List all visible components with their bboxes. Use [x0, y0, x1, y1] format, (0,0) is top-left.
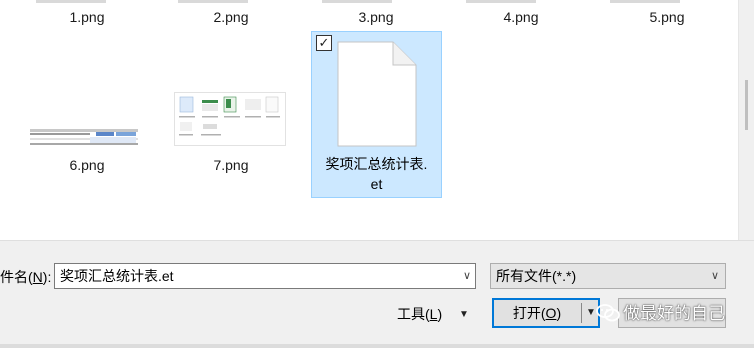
- open-file-dialog: 1.png 2.png 3.png 4.png 5.png 6.png 7.pn…: [0, 0, 754, 348]
- file-name[interactable]: 3.png: [321, 7, 431, 27]
- filename-label: 件名(N):: [0, 267, 51, 287]
- file-name[interactable]: 4.png: [466, 7, 576, 27]
- open-button-label[interactable]: 打开(O): [494, 300, 580, 326]
- file-name-line: et: [370, 176, 383, 192]
- file-thumbnail-6[interactable]: [30, 128, 138, 146]
- file-name[interactable]: 2.png: [176, 7, 286, 27]
- dialog-bottom-panel: 件名(N): 奖项汇总统计表.et ∨ 所有文件(*.*) ∨ 工具(L) ▼ …: [0, 240, 754, 348]
- thumbnail-partial: [178, 0, 248, 3]
- label-text: ): [556, 305, 562, 321]
- thumbnail-partial: [466, 0, 536, 3]
- thumbnail-partial: [322, 0, 392, 3]
- selected-file-name: 奖项汇总统计表. et: [312, 154, 441, 194]
- filetype-value: 所有文件(*.*): [496, 268, 577, 284]
- label-text: 打开(: [512, 305, 546, 321]
- access-key: O: [545, 305, 557, 321]
- thumbnail-partial: [610, 0, 680, 3]
- file-name-line: 奖项汇总统计表.: [325, 156, 428, 172]
- filename-input[interactable]: 奖项汇总统计表.et ∨: [54, 263, 476, 289]
- chevron-down-icon: ∨: [710, 270, 719, 282]
- file-thumbnail-7[interactable]: [174, 92, 286, 146]
- selection-checkbox[interactable]: ✓: [316, 35, 332, 51]
- watermark-text: 做最好的自己: [623, 304, 725, 323]
- taskbar-edge: [0, 344, 754, 348]
- file-name[interactable]: 7.png: [176, 155, 286, 175]
- open-button[interactable]: 打开(O) ▼: [492, 298, 600, 328]
- filename-value: 奖项汇总统计表.et: [60, 268, 174, 284]
- label-text: ):: [42, 269, 52, 285]
- label-text: 工具(: [397, 306, 430, 322]
- filetype-select[interactable]: 所有文件(*.*) ∨: [490, 263, 726, 289]
- selected-file-tile[interactable]: ✓ 奖项汇总统计表. et: [311, 31, 442, 198]
- file-name[interactable]: 6.png: [32, 155, 142, 175]
- scrollbar-thumb[interactable]: [745, 80, 748, 130]
- dropdown-arrow-icon[interactable]: ▼: [459, 305, 469, 325]
- wechat-icon: [596, 302, 620, 322]
- tools-menu-button[interactable]: 工具(L): [397, 304, 442, 324]
- file-name[interactable]: 5.png: [612, 7, 722, 27]
- file-grid: 1.png 2.png 3.png 4.png 5.png 6.png 7.pn…: [0, 0, 738, 240]
- thumbnail-partial: [36, 0, 106, 3]
- chevron-down-icon[interactable]: ∨: [463, 264, 471, 288]
- blank-document-icon: [337, 41, 417, 147]
- split-divider: [581, 303, 582, 323]
- access-key: N: [32, 269, 43, 285]
- file-name[interactable]: 1.png: [32, 7, 142, 27]
- label-text: 件名(: [0, 269, 33, 285]
- label-text: ): [437, 306, 443, 322]
- watermark: 做最好的自己: [596, 299, 754, 329]
